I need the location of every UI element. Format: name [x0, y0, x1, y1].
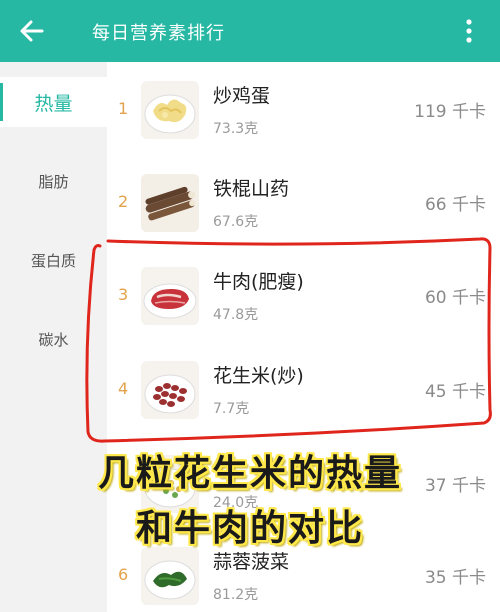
list-item[interactable]: 1 炒鸡蛋 73.3克 119 千卡 [107, 63, 500, 157]
rank-number: 1 [118, 99, 129, 118]
rank-number: 4 [118, 379, 129, 398]
scrambled-egg-thumb [141, 81, 199, 139]
rank-number: 2 [118, 192, 129, 211]
rank-number: 6 [118, 565, 129, 584]
calorie-value: 45 千卡 [424, 382, 486, 402]
food-amount: 7.7克 [213, 401, 250, 417]
calorie-value: 35 千卡 [424, 568, 486, 588]
rank-number: 3 [118, 285, 129, 304]
caption-line-1: 几粒花生米的热量 [97, 453, 402, 494]
list-item[interactable]: 4 花生米(炒) 7.7克 45 千卡 [107, 343, 500, 437]
food-name: 花生米(炒) [213, 365, 304, 387]
food-amount: 47.8克 [213, 307, 259, 323]
food-amount: 73.3克 [213, 121, 259, 137]
food-name: 炒鸡蛋 [213, 85, 271, 107]
food-name: 铁棍山药 [213, 178, 290, 200]
page-title: 每日营养素排行 [92, 23, 225, 44]
food-amount: 81.2克 [213, 587, 259, 603]
calorie-value: 66 千卡 [424, 195, 486, 215]
caption-line-2: 和牛肉的对比 [135, 508, 364, 549]
calorie-value: 60 千卡 [424, 288, 486, 308]
food-name: 蒜蓉菠菜 [213, 551, 290, 573]
tab-fat[interactable]: 脂肪 [0, 156, 107, 206]
list-item[interactable]: 3 牛肉(肥瘦) 47.8克 60 千卡 [107, 249, 500, 343]
food-amount: 67.6克 [213, 214, 259, 230]
peanut-thumb [141, 361, 199, 419]
tab-calories[interactable]: 热量 [0, 77, 107, 127]
app-bar: 每日营养素排行 [0, 0, 500, 62]
back-arrow-icon[interactable] [14, 13, 50, 49]
spinach-thumb [141, 547, 199, 605]
more-options-icon[interactable] [454, 16, 484, 46]
yam-thumb [141, 174, 199, 232]
list-item[interactable]: 2 铁棍山药 67.6克 66 千卡 [107, 156, 500, 250]
calorie-value: 119 千卡 [414, 102, 486, 122]
tab-protein[interactable]: 蛋白质 [0, 235, 107, 285]
tab-carbs[interactable]: 碳水 [0, 314, 107, 364]
food-name: 牛肉(肥瘦) [213, 271, 304, 293]
beef-thumb [141, 267, 199, 325]
